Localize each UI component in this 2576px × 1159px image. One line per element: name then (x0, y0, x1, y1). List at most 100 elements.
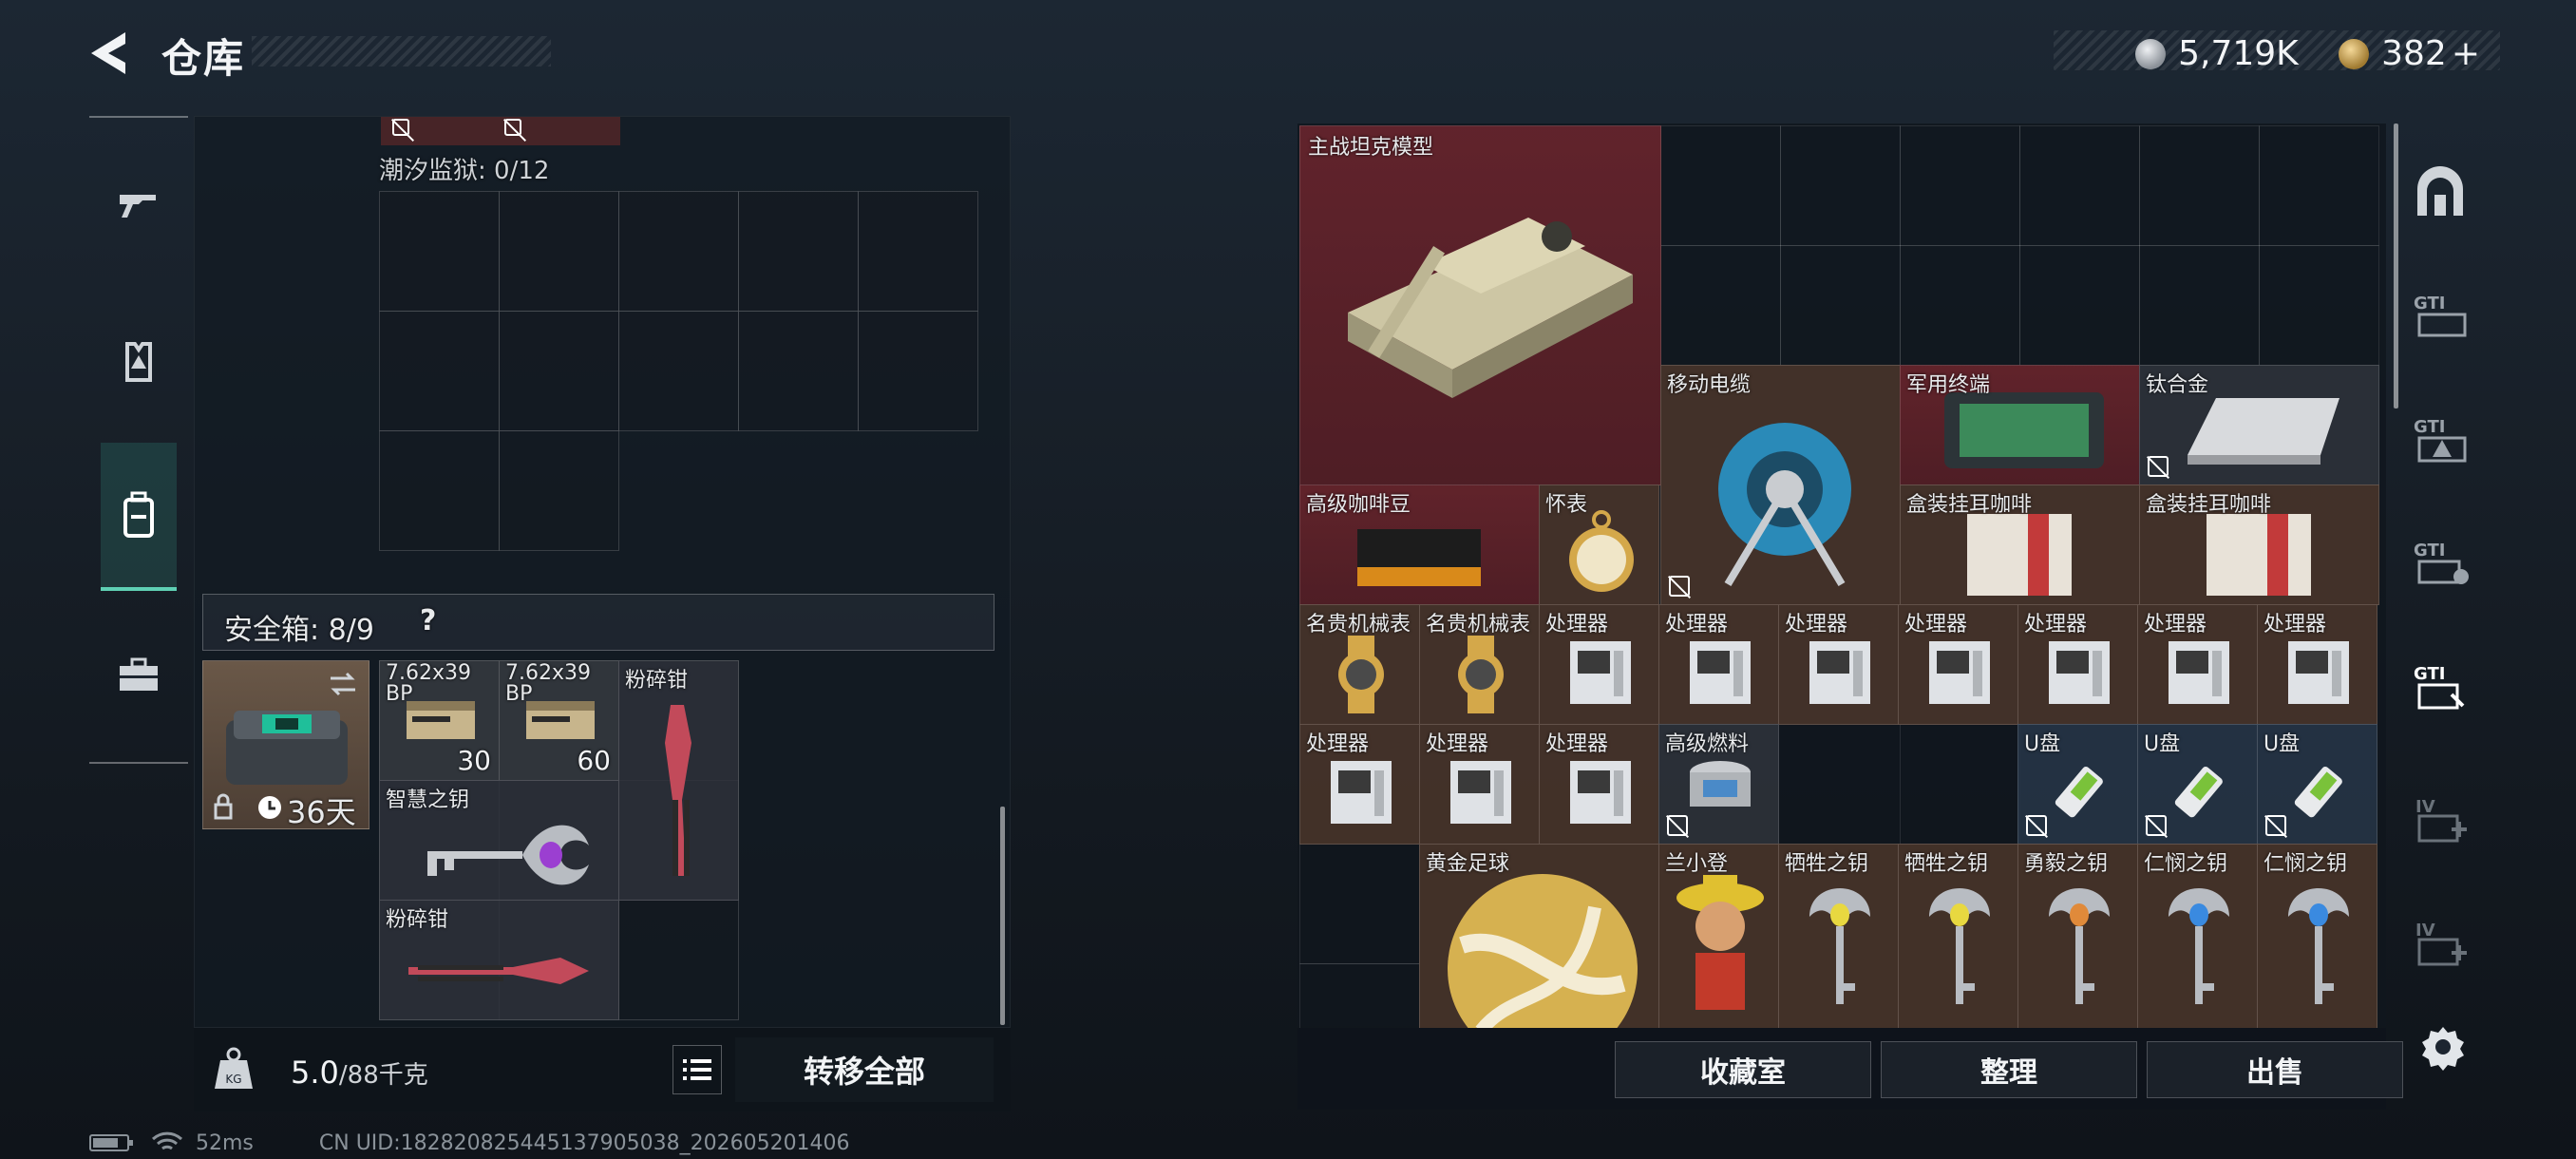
item-label: 智慧之钥 (386, 788, 470, 812)
stash-item[interactable]: 牺牲之钥 (1778, 844, 1899, 1028)
rail-gti-2[interactable]: GTI (2409, 408, 2472, 471)
stash-item[interactable]: U盘 (2257, 724, 2377, 845)
collection-room-button[interactable]: 收藏室 (1615, 1041, 1871, 1098)
stash-item[interactable]: 钛合金 (2139, 365, 2379, 485)
usb-drive-image (2294, 767, 2342, 818)
safe-item-pliers-1[interactable]: 粉碎钳 (618, 660, 739, 901)
armor-tab-icon (125, 342, 152, 382)
stash-item[interactable]: 处理器 (1898, 604, 2018, 725)
stash-item[interactable]: 主战坦克模型 (1299, 125, 1661, 485)
rail-gti-1[interactable]: GTI (2409, 285, 2472, 348)
stash-item[interactable]: 怀表 (1539, 484, 1659, 605)
case-tab-icon (120, 657, 158, 691)
titanium-ingot-image (2188, 398, 2339, 465)
rail-gti-3[interactable]: GTI (2409, 532, 2472, 595)
stash-grid[interactable]: 主战坦克模型 移动电缆 军用终端 钛合金 高级咖啡豆 怀表 盒装挂耳咖啡 盒装挂… (1299, 125, 2386, 1028)
stash-item[interactable]: 黄金足球 (1419, 844, 1659, 1028)
inventory-scrollbar[interactable] (1000, 807, 1005, 1025)
rail-weapons[interactable] (99, 133, 179, 276)
add-currency-button[interactable]: + (2452, 34, 2480, 73)
transfer-all-button[interactable]: 转移全部 (735, 1037, 994, 1102)
stash-item[interactable]: 仁悯之钥 (2257, 844, 2377, 1028)
currency-bar: 5,719K 382 + (2054, 30, 2500, 73)
swap-icon[interactable] (327, 671, 359, 697)
stash-item[interactable]: 处理器 (1778, 604, 1899, 725)
safe-box-label: 安全箱: 8/9 (224, 614, 374, 647)
processor-image (2288, 641, 2349, 704)
stash-item[interactable]: U盘 (2137, 724, 2258, 845)
stash-item[interactable]: 名贵机械表 (1419, 604, 1540, 725)
svg-text:GTI: GTI (2414, 541, 2445, 560)
coffee-box-image (2207, 514, 2311, 596)
usb-drive-image (2055, 767, 2103, 818)
stash-item[interactable]: 处理器 (1658, 604, 1779, 725)
item-label: 牺牲之钥 (1904, 852, 1989, 876)
stash-item[interactable]: 牺牲之钥 (1898, 844, 2018, 1028)
safe-item-pliers-2[interactable]: 粉碎钳 (379, 900, 619, 1020)
no-lock-icon (2146, 815, 2167, 836)
sell-button[interactable]: 出售 (2147, 1041, 2403, 1098)
list-view-button[interactable] (672, 1045, 722, 1094)
item-label: 军用终端 (1906, 373, 1991, 397)
rail-armor[interactable] (99, 291, 179, 433)
safe-box-case[interactable]: 36天 (202, 660, 369, 830)
wifi-icon (151, 1131, 183, 1150)
no-lock-icon (2148, 456, 2169, 477)
stash-item[interactable]: U盘 (2017, 724, 2138, 845)
no-lock-icon (504, 119, 521, 136)
item-label: 黄金足球 (1426, 852, 1510, 876)
svg-text:IV: IV (2415, 797, 2435, 817)
rail-backpack-active[interactable] (101, 443, 177, 591)
item-label: 粉碎钳 (386, 908, 449, 932)
title-decoration (252, 36, 551, 66)
sort-button[interactable]: 整理 (1881, 1041, 2137, 1098)
stash-item[interactable]: 处理器 (2137, 604, 2258, 725)
item-label: 处理器 (1306, 732, 1370, 756)
pliers-image (665, 705, 691, 876)
stash-item[interactable]: 高级燃料 (1658, 724, 1779, 845)
safe-item-ammo-2[interactable]: 7.62x39 BP 60 (499, 660, 619, 781)
item-label: 处理器 (2144, 613, 2207, 636)
item-label: 处理器 (1665, 613, 1729, 636)
stash-item[interactable]: 仁悯之钥 (2137, 844, 2258, 1028)
svg-text:IV: IV (2415, 921, 2435, 940)
rail-iv-2[interactable]: IV (2409, 912, 2472, 975)
item-label: 处理器 (2263, 613, 2327, 636)
stash-item[interactable]: 盒装挂耳咖啡 (2139, 484, 2379, 605)
item-label: 勇毅之钥 (2024, 852, 2109, 876)
stash-item[interactable]: 处理器 (1419, 724, 1540, 845)
gti-tab-1-icon: GTI (2414, 294, 2467, 337)
rail-gti-4-active[interactable]: GTI (2409, 656, 2472, 718)
clock-icon (258, 796, 281, 819)
rail-case[interactable] (99, 604, 179, 747)
safe-item-ammo-1[interactable]: 7.62x39 BP 30 (379, 660, 500, 781)
stash-item[interactable]: 移动电缆 (1660, 365, 1901, 605)
stash-item[interactable]: 勇毅之钥 (2017, 844, 2138, 1028)
item-label: 牺牲之钥 (1785, 852, 1869, 876)
rail-stash[interactable] (2409, 160, 2472, 222)
stash-item[interactable]: 军用终端 (1900, 365, 2140, 485)
stash-item[interactable]: 处理器 (1539, 604, 1659, 725)
stash-item[interactable]: 盒装挂耳咖啡 (1900, 484, 2140, 605)
stash-item[interactable]: 处理器 (1299, 724, 1420, 845)
gold-amount: 382 (2381, 34, 2447, 73)
item-label: 处理器 (1545, 613, 1609, 636)
stash-item[interactable]: 处理器 (2017, 604, 2138, 725)
iv-add-icon: IV (2415, 797, 2467, 843)
stash-item[interactable]: 高级咖啡豆 (1299, 484, 1540, 605)
settings-button[interactable] (2416, 1020, 2470, 1074)
stash-item[interactable]: 兰小登 (1658, 844, 1779, 1028)
safe-item-wisdom-key[interactable]: 智慧之钥 (379, 780, 619, 901)
gold-football-image (1448, 874, 1638, 1028)
stash-item[interactable]: 名贵机械表 (1299, 604, 1420, 725)
rail-iv-1[interactable]: IV (2409, 788, 2472, 851)
weight-bar: KG 5.0/88千克 转移全部 (194, 1028, 1011, 1112)
stash-item[interactable]: 处理器 (1539, 724, 1659, 845)
figurine-image (1676, 875, 1764, 1010)
safe-box-days: 36天 (287, 794, 356, 830)
tank-model-image (1348, 218, 1633, 398)
stash-item[interactable]: 处理器 (2257, 604, 2377, 725)
back-button[interactable] (84, 25, 141, 82)
luxury-watch-image (1458, 636, 1504, 713)
help-button[interactable]: ? (420, 604, 436, 637)
